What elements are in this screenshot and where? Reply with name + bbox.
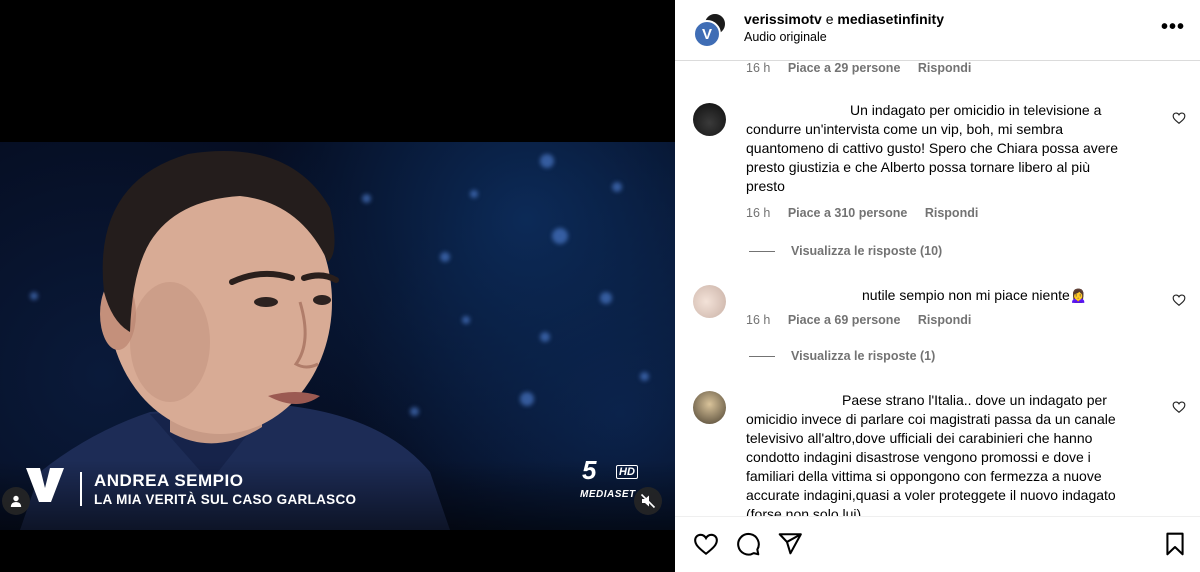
- comment-text: nutile sempio non mi piace niente🙍‍♀️: [862, 287, 1088, 303]
- comment-meta: 16 h Piace a 310 persone Rispondi: [746, 206, 992, 220]
- comment-time: 16 h: [746, 61, 771, 75]
- authors-conjunction: e: [825, 11, 834, 27]
- mute-button[interactable]: [634, 487, 662, 515]
- comment-meta: 16 h Piace a 69 persone Rispondi: [746, 313, 985, 327]
- user-icon: [10, 495, 22, 507]
- more-options-button[interactable]: •••: [1161, 16, 1185, 39]
- view-replies-label: Visualizza le risposte (10): [791, 244, 943, 258]
- comment-likes[interactable]: Piace a 29 persone: [788, 61, 901, 75]
- comment-avatar[interactable]: [693, 391, 726, 424]
- like-comment-heart-icon[interactable]: [1172, 293, 1186, 307]
- video-player[interactable]: ANDREA SEMPIO LA MIA VERITÀ SUL CASO GAR…: [0, 0, 675, 572]
- replies-line: [749, 251, 775, 253]
- avatar-verissimotv[interactable]: V: [693, 20, 721, 48]
- author-link-verissimotv[interactable]: verissimotv: [744, 11, 822, 27]
- view-replies-button[interactable]: Visualizza le risposte (10): [749, 244, 942, 258]
- comment-icon[interactable]: [735, 531, 761, 557]
- view-replies-label: Visualizza le risposte (1): [791, 349, 936, 363]
- share-icon[interactable]: [777, 531, 803, 557]
- replies-line: [749, 356, 775, 358]
- post-action-bar: [675, 516, 1200, 572]
- author-link-mediasetinfinity[interactable]: mediasetinfinity: [837, 11, 944, 27]
- post-side-panel: V verissimotv e mediasetinfinity Audio o…: [675, 0, 1200, 572]
- reply-button[interactable]: Rispondi: [918, 313, 971, 327]
- bookmark-icon[interactable]: [1162, 531, 1188, 557]
- hd-badge: HD: [616, 465, 638, 479]
- comments-list[interactable]: 16 h Piace a 29 persone Rispondi Un inda…: [675, 61, 1200, 516]
- channel-brand: MEDIASET: [580, 489, 636, 500]
- post-authors: verissimotv e mediasetinfinity: [744, 11, 944, 27]
- view-replies-button[interactable]: Visualizza le risposte (1): [749, 349, 935, 363]
- comment-avatar[interactable]: [693, 285, 726, 318]
- comment-likes[interactable]: Piace a 310 persone: [788, 206, 908, 220]
- more-horizontal-icon: •••: [1161, 16, 1186, 38]
- reply-button[interactable]: Rispondi: [918, 61, 971, 75]
- comment-text: Paese strano l'Italia.. dove un indagato…: [746, 392, 1116, 516]
- lower-third-divider: [80, 472, 82, 506]
- comment-avatar[interactable]: [693, 103, 726, 136]
- like-comment-heart-icon[interactable]: [1172, 400, 1186, 414]
- video-frame: ANDREA SEMPIO LA MIA VERITÀ SUL CASO GAR…: [0, 142, 675, 530]
- program-logo: [26, 468, 64, 502]
- reply-button[interactable]: Rispondi: [925, 206, 978, 220]
- comment-text: Un indagato per omicidio in televisione …: [746, 102, 1119, 194]
- audio-link[interactable]: Audio originale: [744, 30, 827, 44]
- author-avatars[interactable]: V: [693, 12, 729, 48]
- comment-likes[interactable]: Piace a 69 persone: [788, 313, 901, 327]
- comment-time: 16 h: [746, 313, 771, 327]
- comment-meta: 16 h Piace a 29 persone Rispondi: [746, 61, 985, 75]
- heart-icon[interactable]: [693, 531, 719, 557]
- post-header: V verissimotv e mediasetinfinity Audio o…: [675, 0, 1200, 61]
- comment-time: 16 h: [746, 206, 771, 220]
- channel-number: 5: [582, 455, 597, 485]
- speaker-muted-icon: [640, 493, 656, 509]
- user-profile-button[interactable]: [2, 487, 30, 515]
- like-comment-heart-icon[interactable]: [1172, 111, 1186, 125]
- guest-name: ANDREA SEMPIO: [94, 471, 244, 490]
- segment-title: LA MIA VERITÀ SUL CASO GARLASCO: [94, 492, 357, 507]
